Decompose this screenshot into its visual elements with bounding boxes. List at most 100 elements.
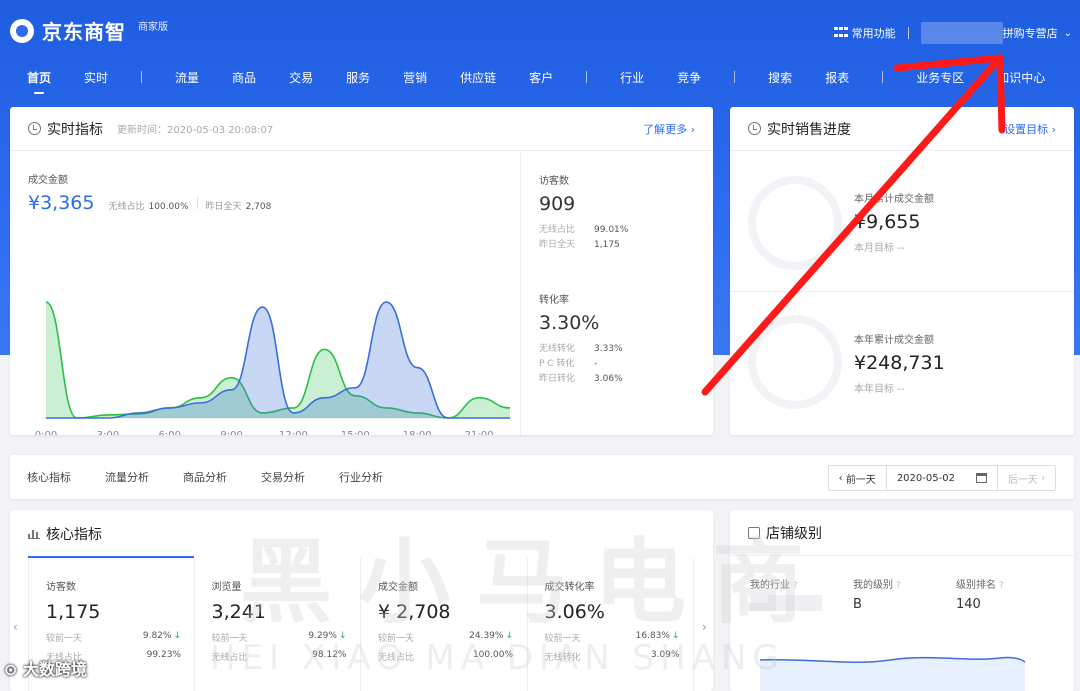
calendar-icon[interactable] (975, 473, 987, 483)
set-goal-label: 设置目标 (1004, 122, 1049, 136)
metric-label: 成交金额 (378, 582, 418, 593)
metric-label: 成交转化率 (544, 582, 595, 593)
next-day-button[interactable]: 后一天 › (996, 466, 1055, 490)
conv-pc-value: - (594, 359, 598, 369)
prev-day-label: 前一天 (845, 474, 876, 486)
footer-watermark: ⊙ 大数跨境 (4, 660, 87, 679)
metric-sales[interactable]: 成交金额 ¥ 2,708 较前一天 24.39% ↓ 无线占比 100.00% (361, 558, 528, 691)
core-metrics-header: 核心指标 (10, 510, 713, 558)
nav-item-search[interactable]: 搜索 (768, 69, 792, 86)
metric-sub-value: 3.09% (650, 650, 680, 660)
metric-sub-label: 无线转化 (544, 653, 581, 663)
chevron-down-icon[interactable]: ⌄ (1064, 28, 1072, 39)
metric-value: 1,175 (46, 601, 101, 623)
nav-item-business-zone[interactable]: 业务专区 (916, 69, 964, 86)
tab-product-analysis[interactable]: 商品分析 (183, 469, 227, 485)
x-tick-label: 21:00 (465, 430, 494, 435)
nav-item-customers[interactable]: 客户 (529, 69, 553, 86)
conversion-value: 3.30% (539, 312, 600, 334)
arrow-up-icon: ↓ (173, 631, 181, 641)
divider (907, 27, 909, 39)
tab-trade-analysis[interactable]: 交易分析 (261, 469, 305, 485)
realtime-card: 实时指标 更新时间：2020-05-03 20:08:07 了解更多 › 成交金… (10, 107, 713, 435)
metric-value: 3.06% (544, 601, 605, 623)
date-picker: ‹ 前一天 2020-05-02 后一天 › (827, 465, 1056, 491)
nav-divider (141, 71, 143, 83)
nav-item-competition[interactable]: 竞争 (677, 69, 701, 86)
nav-item-traffic[interactable]: 流量 (175, 69, 199, 86)
realtime-side-metrics: 访客数 909 无线占比 99.01% 昨日全天 1,175 转化率 3.30% 无… (520, 152, 713, 435)
logo[interactable]: 京东商智 商家版 (10, 16, 168, 45)
x-tick-label: 3:00 (97, 430, 119, 435)
x-tick-label: 15:00 (341, 430, 370, 435)
month-sales-value: ¥9,655 (854, 211, 921, 233)
nav-item-realtime[interactable]: 实时 (84, 69, 108, 86)
conversion-label: 转化率 (539, 295, 569, 306)
analysis-tabs-bar: 核心指标 流量分析 商品分析 交易分析 行业分析 ‹ 前一天 2020-05-0… (10, 455, 1074, 499)
realtime-card-header: 实时指标 更新时间：2020-05-03 20:08:07 了解更多 › (10, 107, 713, 151)
top-right-toolbar: 常用功能 拼购专营店 ⌄ (833, 22, 1072, 44)
metric-cmp-value: 16.83% (635, 631, 670, 641)
tab-traffic-analysis[interactable]: 流量分析 (105, 469, 149, 485)
jd-logo-icon (10, 18, 34, 43)
prev-day-button[interactable]: ‹ 前一天 (829, 466, 887, 490)
visitors-wireless-value: 99.01% (594, 225, 629, 235)
conv-yesterday-value: 3.06% (594, 374, 623, 384)
target-icon (748, 122, 761, 135)
common-functions-link[interactable]: 常用功能 (852, 25, 896, 41)
metric-value: 3,241 (211, 601, 266, 623)
update-time: 更新时间：2020-05-03 20:08:07 (117, 125, 274, 136)
grid-icon (833, 27, 848, 39)
logo-sub: 商家版 (138, 22, 168, 33)
tab-core-metrics[interactable]: 核心指标 (27, 469, 71, 485)
nav-item-knowledge-center[interactable]: 知识中心 (997, 69, 1045, 86)
nav-divider (882, 71, 884, 83)
logo-text: 京东商智 (42, 20, 126, 44)
nav-item-industry[interactable]: 行业 (620, 69, 644, 86)
sales-trend-chart: 0:003:006:009:0012:0015:0018:0021:00今天昨天 (35, 301, 512, 435)
next-day-label: 后一天 (1007, 474, 1038, 486)
metric-cmp-value: 9.29% (308, 631, 337, 641)
learn-more-link[interactable]: 了解更多 › (643, 121, 695, 137)
x-tick-label: 0:00 (35, 430, 57, 435)
chevron-left-icon[interactable]: ‹ (13, 620, 18, 634)
nav-item-trade[interactable]: 交易 (289, 69, 313, 86)
nav-item-home[interactable]: 首页 (27, 69, 51, 94)
store-name[interactable]: 拼购专营店 (1003, 25, 1058, 41)
year-sales-value: ¥248,731 (854, 352, 945, 374)
metric-cmp-value: 24.39% (469, 631, 504, 641)
arrow-down-icon: ↓ (505, 631, 513, 641)
x-tick-label: 12:00 (279, 430, 308, 435)
core-metrics-card: 核心指标 ‹ 访客数 1,175 较前一天 9.82% ↓ 无线占比 99.23% 浏… (10, 510, 713, 691)
nav-item-products[interactable]: 商品 (232, 69, 256, 86)
bar-chart-icon (28, 529, 40, 539)
metric-cmp-label: 较前一天 (378, 634, 415, 644)
metric-value: ¥ 2,708 (378, 601, 451, 623)
main-nav: 首页 实时 流量 商品 交易 服务 营销 供应链 客户 行业 竞争 搜索 报表 … (0, 66, 1080, 94)
nav-item-service[interactable]: 服务 (346, 69, 370, 86)
chevron-right-icon[interactable]: › (702, 620, 707, 634)
footer-watermark-text: 大数跨境 (22, 660, 87, 679)
metric-cmp-label: 较前一天 (46, 634, 83, 644)
metric-label: 浏览量 (211, 582, 242, 593)
blurred-account (920, 22, 1003, 44)
nav-item-reports[interactable]: 报表 (825, 69, 849, 86)
date-field[interactable]: 2020-05-02 (887, 466, 997, 490)
visitors-yesterday-label: 昨日全天 (539, 240, 576, 250)
sales-progress-card: 实时销售进度 设置目标 › 本月累计成交金额 ¥9,655 本月目标 -- 本年… (730, 107, 1074, 435)
nav-divider (586, 71, 588, 83)
set-goal-link[interactable]: 设置目标 › (1004, 121, 1056, 137)
year-progress-ring (748, 315, 842, 409)
store-level-card: 店铺级别 我的行业? 我的级别? B 级别排名? 140 (730, 510, 1074, 691)
year-sales-label: 本年累计成交金额 (854, 335, 934, 346)
nav-item-marketing[interactable]: 营销 (403, 69, 427, 86)
year-goal: 本年目标 -- (854, 384, 905, 395)
metric-sub-value: 98.12% (312, 650, 347, 660)
metric-cmp-label: 较前一天 (211, 634, 248, 644)
metric-pageviews[interactable]: 浏览量 3,241 较前一天 9.29% ↓ 无线占比 98.12% (195, 558, 361, 691)
x-tick-label: 9:00 (220, 430, 242, 435)
nav-item-supply-chain[interactable]: 供应链 (460, 69, 496, 86)
clock-icon (28, 122, 41, 135)
tab-industry-analysis[interactable]: 行业分析 (339, 469, 383, 485)
metric-conversion[interactable]: 成交转化率 3.06% 较前一天 16.83% ↓ 无线转化 3.09% (528, 558, 694, 691)
